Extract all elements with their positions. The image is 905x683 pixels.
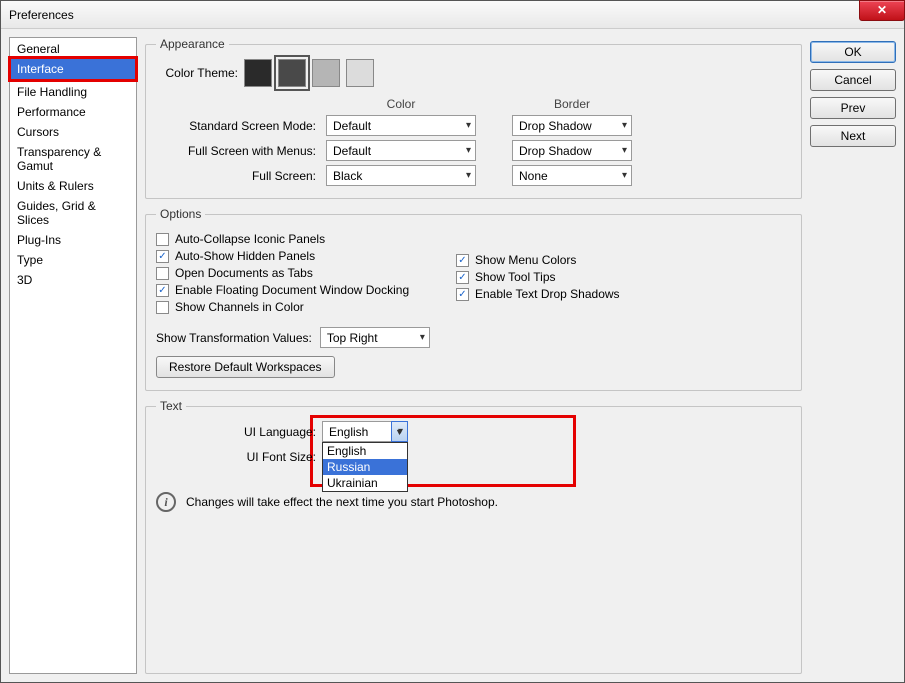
- appearance-group: Appearance Color Theme: Color Border Sta…: [145, 37, 802, 199]
- main-panel: Appearance Color Theme: Color Border Sta…: [145, 37, 802, 674]
- show-tv-label: Show Transformation Values:: [156, 331, 312, 345]
- theme-swatch-2[interactable]: [278, 59, 306, 87]
- sidebar-item-plug-ins[interactable]: Plug-Ins: [11, 230, 135, 250]
- theme-swatch-3[interactable]: [312, 59, 340, 87]
- sidebar-item-3d[interactable]: 3D: [11, 270, 135, 290]
- options-legend: Options: [156, 207, 205, 221]
- opt-channels-color[interactable]: Show Channels in Color: [156, 300, 416, 314]
- opt-floating-dock[interactable]: ✓Enable Floating Document Window Docking: [156, 283, 416, 297]
- color-theme-row: Color Theme:: [156, 59, 791, 87]
- color-theme-label: Color Theme:: [156, 66, 238, 80]
- info-icon: i: [156, 492, 176, 512]
- opt-auto-show[interactable]: ✓Auto-Show Hidden Panels: [156, 249, 416, 263]
- full-screen-menus-color-combo[interactable]: Default: [326, 140, 476, 161]
- body: General Interface File Handling Performa…: [1, 29, 904, 682]
- next-button[interactable]: Next: [810, 125, 896, 147]
- ui-language-combo[interactable]: English ▼ English Russian Ukrainian: [322, 421, 408, 442]
- theme-swatch-4[interactable]: [346, 59, 374, 87]
- color-header: Color: [326, 97, 476, 111]
- standard-screen-color-combo[interactable]: Default: [326, 115, 476, 136]
- full-screen-label: Full Screen:: [156, 169, 316, 183]
- sidebar-item-performance[interactable]: Performance: [11, 102, 135, 122]
- full-screen-menus-border-combo[interactable]: Drop Shadow: [512, 140, 632, 161]
- sidebar-item-type[interactable]: Type: [11, 250, 135, 270]
- full-screen-color-combo[interactable]: Black: [326, 165, 476, 186]
- screen-mode-grid: Color Border Standard Screen Mode: Defau…: [156, 97, 791, 186]
- ok-button[interactable]: OK: [810, 41, 896, 63]
- titlebar[interactable]: Preferences ✕: [1, 1, 904, 29]
- sidebar-item-guides-grid-slices[interactable]: Guides, Grid & Slices: [11, 196, 135, 230]
- chevron-down-icon[interactable]: ▼: [391, 421, 408, 442]
- opt-auto-collapse[interactable]: Auto-Collapse Iconic Panels: [156, 232, 416, 246]
- opt-tool-tips[interactable]: ✓Show Tool Tips: [456, 270, 791, 284]
- sidebar-item-units-rulers[interactable]: Units & Rulers: [11, 176, 135, 196]
- border-header: Border: [512, 97, 632, 111]
- category-sidebar: General Interface File Handling Performa…: [9, 37, 137, 674]
- lang-option-russian[interactable]: Russian: [323, 459, 407, 475]
- sidebar-item-file-handling[interactable]: File Handling: [11, 82, 135, 102]
- sidebar-item-interface[interactable]: Interface: [11, 59, 135, 79]
- sidebar-item-cursors[interactable]: Cursors: [11, 122, 135, 142]
- restore-workspaces-button[interactable]: Restore Default Workspaces: [156, 356, 335, 378]
- lang-option-ukrainian[interactable]: Ukrainian: [323, 475, 407, 491]
- prev-button[interactable]: Prev: [810, 97, 896, 119]
- theme-swatch-1[interactable]: [244, 59, 272, 87]
- full-screen-border-combo[interactable]: None: [512, 165, 632, 186]
- text-group: Text UI Language: English ▼ English Russ…: [145, 399, 802, 674]
- sidebar-highlight: Interface: [8, 56, 138, 82]
- text-legend: Text: [156, 399, 186, 413]
- ui-language-dropdown-list: English Russian Ukrainian: [322, 442, 408, 492]
- show-tv-combo[interactable]: Top Right: [320, 327, 430, 348]
- opt-text-shadows[interactable]: ✓Enable Text Drop Shadows: [456, 287, 791, 301]
- standard-screen-label: Standard Screen Mode:: [156, 119, 316, 133]
- preferences-window: Preferences ✕ General Interface File Han…: [0, 0, 905, 683]
- appearance-legend: Appearance: [156, 37, 229, 51]
- standard-screen-border-combo[interactable]: Drop Shadow: [512, 115, 632, 136]
- sidebar-item-transparency-gamut[interactable]: Transparency & Gamut: [11, 142, 135, 176]
- ui-font-size-label: UI Font Size:: [186, 450, 316, 464]
- ui-language-label: UI Language:: [186, 425, 316, 439]
- opt-open-tabs[interactable]: Open Documents as Tabs: [156, 266, 416, 280]
- action-buttons: OK Cancel Prev Next: [810, 37, 896, 674]
- options-group: Options Auto-Collapse Iconic Panels ✓Aut…: [145, 207, 802, 391]
- close-button[interactable]: ✕: [859, 0, 905, 21]
- restart-notice: Changes will take effect the next time y…: [186, 495, 498, 509]
- opt-menu-colors[interactable]: ✓Show Menu Colors: [456, 253, 791, 267]
- cancel-button[interactable]: Cancel: [810, 69, 896, 91]
- full-screen-menus-label: Full Screen with Menus:: [156, 144, 316, 158]
- lang-option-english[interactable]: English: [323, 443, 407, 459]
- window-title: Preferences: [9, 8, 74, 22]
